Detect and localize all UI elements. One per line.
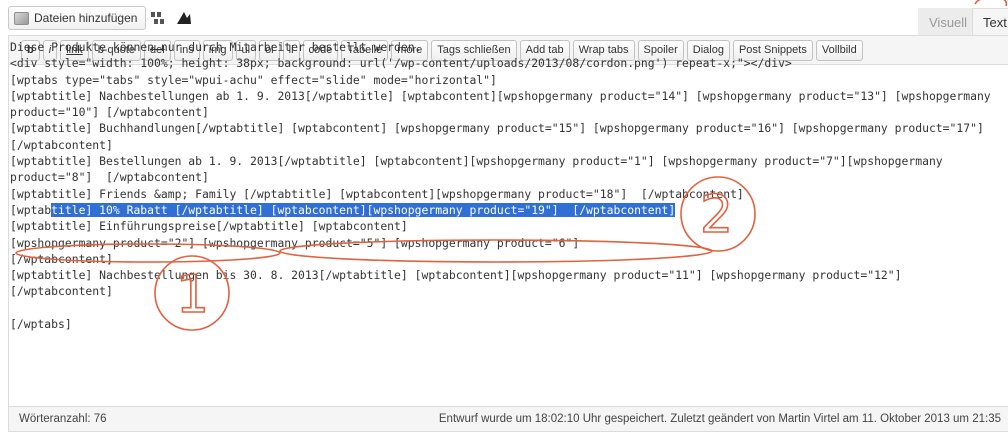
editor-line[interactable]: [wptabtitle] Buchhandlungen[/wptabtitle]… [10,120,1000,136]
editor-line[interactable]: [wptabtitle] Friends &amp; Family [/wpta… [10,186,1000,202]
editor-line[interactable]: [/wptabcontent] [10,251,1000,267]
line-text: [wptabtitle] Friends &amp; Family [/wpta… [10,186,744,201]
grid-icon[interactable] [149,10,167,26]
save-status: Entwurf wurde um 18:02:10 Uhr gespeicher… [438,413,1001,425]
editor-line[interactable] [10,300,1000,316]
line-text: [/wptabcontent] [10,251,113,266]
tab-visual[interactable]: Visuell [918,8,979,36]
line-text: product="10"] [/wptabcontent] [10,105,209,120]
line-text: [wptabs type="tabs" style="wpui-achu" ef… [10,72,497,87]
editor-line[interactable]: [wptabs type="tabs" style="wpui-achu" ef… [10,72,1000,88]
editor-line[interactable]: [wptabtitle] Einführungspreise[/wptabtit… [10,218,1000,234]
editor-line[interactable]: [/wptabcontent] [10,283,1000,299]
editor-line[interactable]: [wptabtitle] Nachbestellungen ab 1. 9. 2… [10,88,1000,104]
editor-line[interactable]: Diese Produkte können nur durch Mitarbei… [10,39,1000,55]
line-text: Diese Produkte können nur durch Mitarbei… [10,40,422,54]
add-media-button[interactable]: Dateien hinzufügen [8,6,147,30]
editor-top-bar: Dateien hinzufügen Visuell Text [0,0,1008,36]
line-text: [wptabtitle] Nachbestellungen ab 1. 9. 2… [10,88,991,103]
editor-line[interactable]: [wptabtitle] 10% Rabatt [/wptabtitle] [w… [10,202,1000,218]
line-text: [/wptabcontent] [10,137,113,152]
shortcode-logo-icon[interactable] [175,10,193,26]
editor-line[interactable]: [wpshopgermany product="2"] [wpshopgerma… [10,235,1000,251]
editor-line[interactable]: [/wptabcontent] [10,137,1000,153]
editor-textarea[interactable]: Diese Produkte können nur durch Mitarbei… [10,39,1000,332]
status-bar: Wörteranzahl: 76 Entwurf wurde um 18:02:… [8,407,1008,432]
line-text: [wpshopgermany product="2"] [wpshopgerma… [10,235,580,250]
editor-line[interactable]: product="10"] [/wptabcontent] [10,104,1000,120]
line-text: <div style="width: 100%; height: 38px; b… [10,56,792,71]
editor-line[interactable]: [wptabtitle] Nachbestellungen bis 30. 8.… [10,267,1000,283]
selected-text: title] 10% Rabatt [/wptabtitle] [wptabco… [51,202,676,217]
line-text: [wptab [10,202,52,217]
editor-line[interactable]: [/wptabs] [10,316,1000,332]
line-text: [wptabtitle] Buchhandlungen[/wptabtitle]… [10,121,984,136]
add-media-label: Dateien hinzufügen [34,11,138,25]
editor-line[interactable]: <div style="width: 100%; height: 38px; b… [10,55,1000,71]
tab-text[interactable]: Text [972,8,1008,36]
line-text: [wptabtitle] Bestellungen ab 1. 9. 2013[… [10,154,943,169]
line-text: [wptabtitle] Einführungspreise[/wptabtit… [10,219,408,234]
word-count: Wörteranzahl: 76 [19,413,107,425]
editor-line[interactable]: product="8"] [/wptabcontent] [10,169,1000,185]
editor-line[interactable]: [wptabtitle] Bestellungen ab 1. 9. 2013[… [10,153,1000,169]
media-icon [14,11,29,25]
line-text: [wptabtitle] Nachbestellungen bis 30. 8.… [10,268,902,283]
line-text: [/wptabcontent] [10,284,113,299]
line-text: [/wptabs] [10,317,72,332]
line-text: product="8"] [/wptabcontent] [10,170,209,185]
